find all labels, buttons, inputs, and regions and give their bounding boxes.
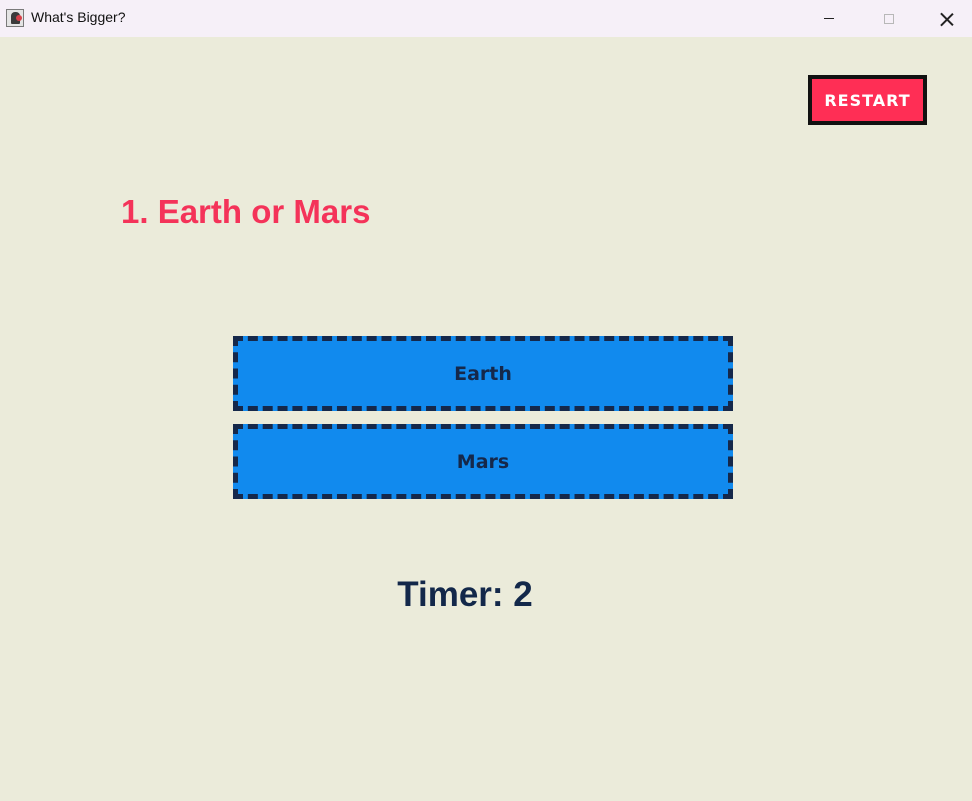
answer-button-mars[interactable]: Mars xyxy=(233,424,733,499)
title-bar: What's Bigger? xyxy=(0,0,972,37)
timer-label: Timer: 2 xyxy=(397,575,533,614)
minimize-icon xyxy=(824,18,834,19)
maximize-button[interactable] xyxy=(860,0,918,37)
answer-label: Earth xyxy=(454,362,512,385)
maximize-icon xyxy=(884,13,894,24)
window-title: What's Bigger? xyxy=(31,9,126,25)
minimize-button[interactable] xyxy=(800,0,858,37)
question-title: 1. Earth or Mars xyxy=(121,193,371,230)
close-button[interactable] xyxy=(918,0,972,37)
answer-label: Mars xyxy=(456,450,510,473)
close-icon xyxy=(940,12,954,26)
app-window: What's Bigger? RESTART 1. Earth or Mars … xyxy=(0,0,972,801)
restart-button[interactable]: RESTART xyxy=(808,75,927,125)
answer-button-earth[interactable]: Earth xyxy=(233,336,733,411)
java-app-icon xyxy=(6,9,24,27)
